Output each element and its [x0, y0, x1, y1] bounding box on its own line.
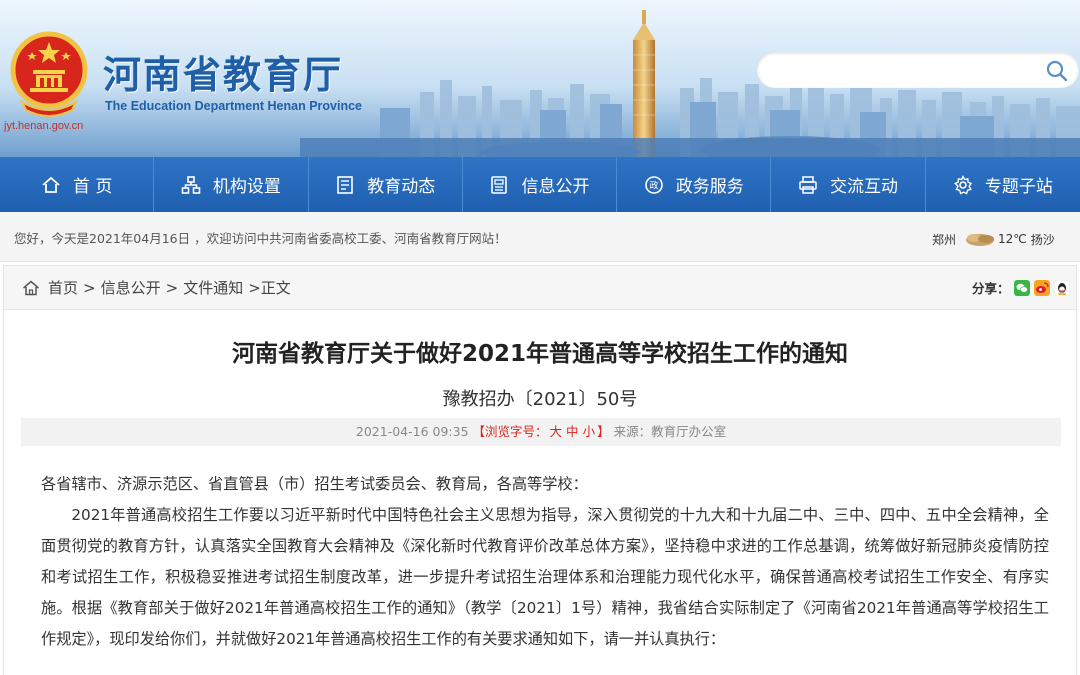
font-size-suffix: 】: [597, 424, 610, 439]
breadcrumb-separator: >: [248, 278, 261, 297]
breadcrumb: 首页 > 信息公开 > 文件通知 > 正文: [22, 277, 291, 298]
nav-item-organization[interactable]: 机构设置: [154, 157, 309, 212]
font-size-prefix: 【浏览字号：: [472, 424, 548, 439]
nav-label: 机构设置: [212, 177, 281, 197]
nav-item-news[interactable]: 教育动态: [309, 157, 463, 212]
font-size-medium-link[interactable]: 中: [566, 424, 579, 439]
document-icon: [491, 175, 508, 194]
article-body: 各省辖市、济源示范区、省直管县（市）招生考试委员会、教育局，各高等学校： 202…: [41, 469, 1049, 655]
share-bar: 分享：: [972, 278, 1070, 297]
printer-icon: [799, 175, 817, 194]
home-icon: [23, 280, 39, 295]
breadcrumb-bar: 首页 > 信息公开 > 文件通知 > 正文 分享：: [4, 266, 1076, 310]
publish-date: 2021-04-16 09:35: [355, 424, 469, 439]
weather-temp: 12℃: [998, 232, 1027, 246]
org-chart-icon: [181, 175, 201, 194]
breadcrumb-separator: >: [83, 278, 96, 297]
weather-desc: 扬沙: [1030, 232, 1055, 247]
qq-share-icon[interactable]: [1053, 279, 1070, 296]
main-nav: 首 页 机构设置 教育动态 信息公开 政 政务服务 交流互动 专题子站: [0, 157, 1080, 212]
breadcrumb-separator: >: [165, 278, 179, 297]
font-size-large-link[interactable]: 大: [550, 424, 563, 439]
article-card: 首页 > 信息公开 > 文件通知 > 正文 分享： 河南省教育厅关于做好2021…: [3, 265, 1077, 675]
news-icon: [337, 175, 354, 194]
nav-label: 交流互动: [830, 177, 899, 197]
article-title: 河南省教育厅关于做好2021年普通高等学校招生工作的通知: [231, 341, 848, 367]
breadcrumb-file-notice[interactable]: 文件通知: [183, 277, 243, 298]
search-box: [757, 52, 1079, 88]
share-label: 分享：: [972, 281, 1010, 296]
sandstorm-icon: [966, 234, 995, 246]
nav-item-interaction[interactable]: 交流互动: [771, 157, 926, 212]
nav-label: 首 页: [72, 177, 113, 197]
nav-label: 教育动态: [367, 177, 436, 197]
svg-text:政: 政: [649, 179, 658, 191]
nav-item-home[interactable]: 首 页: [0, 157, 155, 212]
article-source: 来源：教育厅办公室: [613, 424, 727, 439]
settings-icon: [953, 174, 972, 194]
site-url: jyt.henan.gov.cn: [4, 120, 84, 132]
breadcrumb-info-disclosure[interactable]: 信息公开: [101, 277, 161, 298]
weibo-share-icon[interactable]: [1033, 279, 1050, 296]
nav-item-government-services[interactable]: 政 政务服务: [617, 157, 772, 212]
search-icon[interactable]: [1045, 59, 1069, 83]
site-title[interactable]: 河南省教育厅: [103, 44, 343, 99]
breadcrumb-home[interactable]: 首页: [48, 277, 78, 298]
welcome-text: 您好，今天是2021年04月16日 ，欢迎访问中共河南省委高校工委、河南省教育厅…: [14, 231, 507, 246]
article-paragraph: 2021年普通高校招生工作要以习近平新时代中国特色社会主义思想为指导，深入贯彻党…: [41, 506, 1049, 648]
service-icon: 政: [644, 175, 663, 194]
breadcrumb-current: 正文: [260, 279, 291, 297]
font-size-control: 【浏览字号：大中小】: [473, 424, 610, 439]
font-size-small-link[interactable]: 小: [583, 424, 596, 439]
weather-city: 郑州: [932, 232, 957, 247]
nav-label: 专题子站: [984, 177, 1053, 197]
document-number: 豫教招办〔2021〕50号: [442, 389, 638, 410]
weather-widget: 郑州 12℃ 扬沙: [932, 230, 1059, 248]
nav-item-special-sites[interactable]: 专题子站: [926, 157, 1080, 212]
site-header: 河南省教育厅 The Education Department Henan Pr…: [0, 0, 1080, 157]
nav-label: 政务服务: [675, 177, 744, 197]
search-input[interactable]: [773, 58, 1033, 82]
nav-label: 信息公开: [521, 177, 590, 197]
nav-item-info-disclosure[interactable]: 信息公开: [463, 157, 618, 212]
welcome-bar: 您好，今天是2021年04月16日 ，欢迎访问中共河南省委高校工委、河南省教育厅…: [0, 212, 1080, 262]
site-subtitle: The Education Department Henan Province: [105, 99, 362, 113]
home-icon: [42, 176, 60, 193]
article-salutation: 各省辖市、济源示范区、省直管县（市）招生考试委员会、教育局，各高等学校：: [41, 475, 588, 493]
national-emblem-icon: [10, 31, 88, 117]
wechat-share-icon[interactable]: [1013, 279, 1030, 296]
article-meta-bar: 2021-04-16 09:35 【浏览字号：大中小】 来源：教育厅办公室: [21, 418, 1061, 446]
